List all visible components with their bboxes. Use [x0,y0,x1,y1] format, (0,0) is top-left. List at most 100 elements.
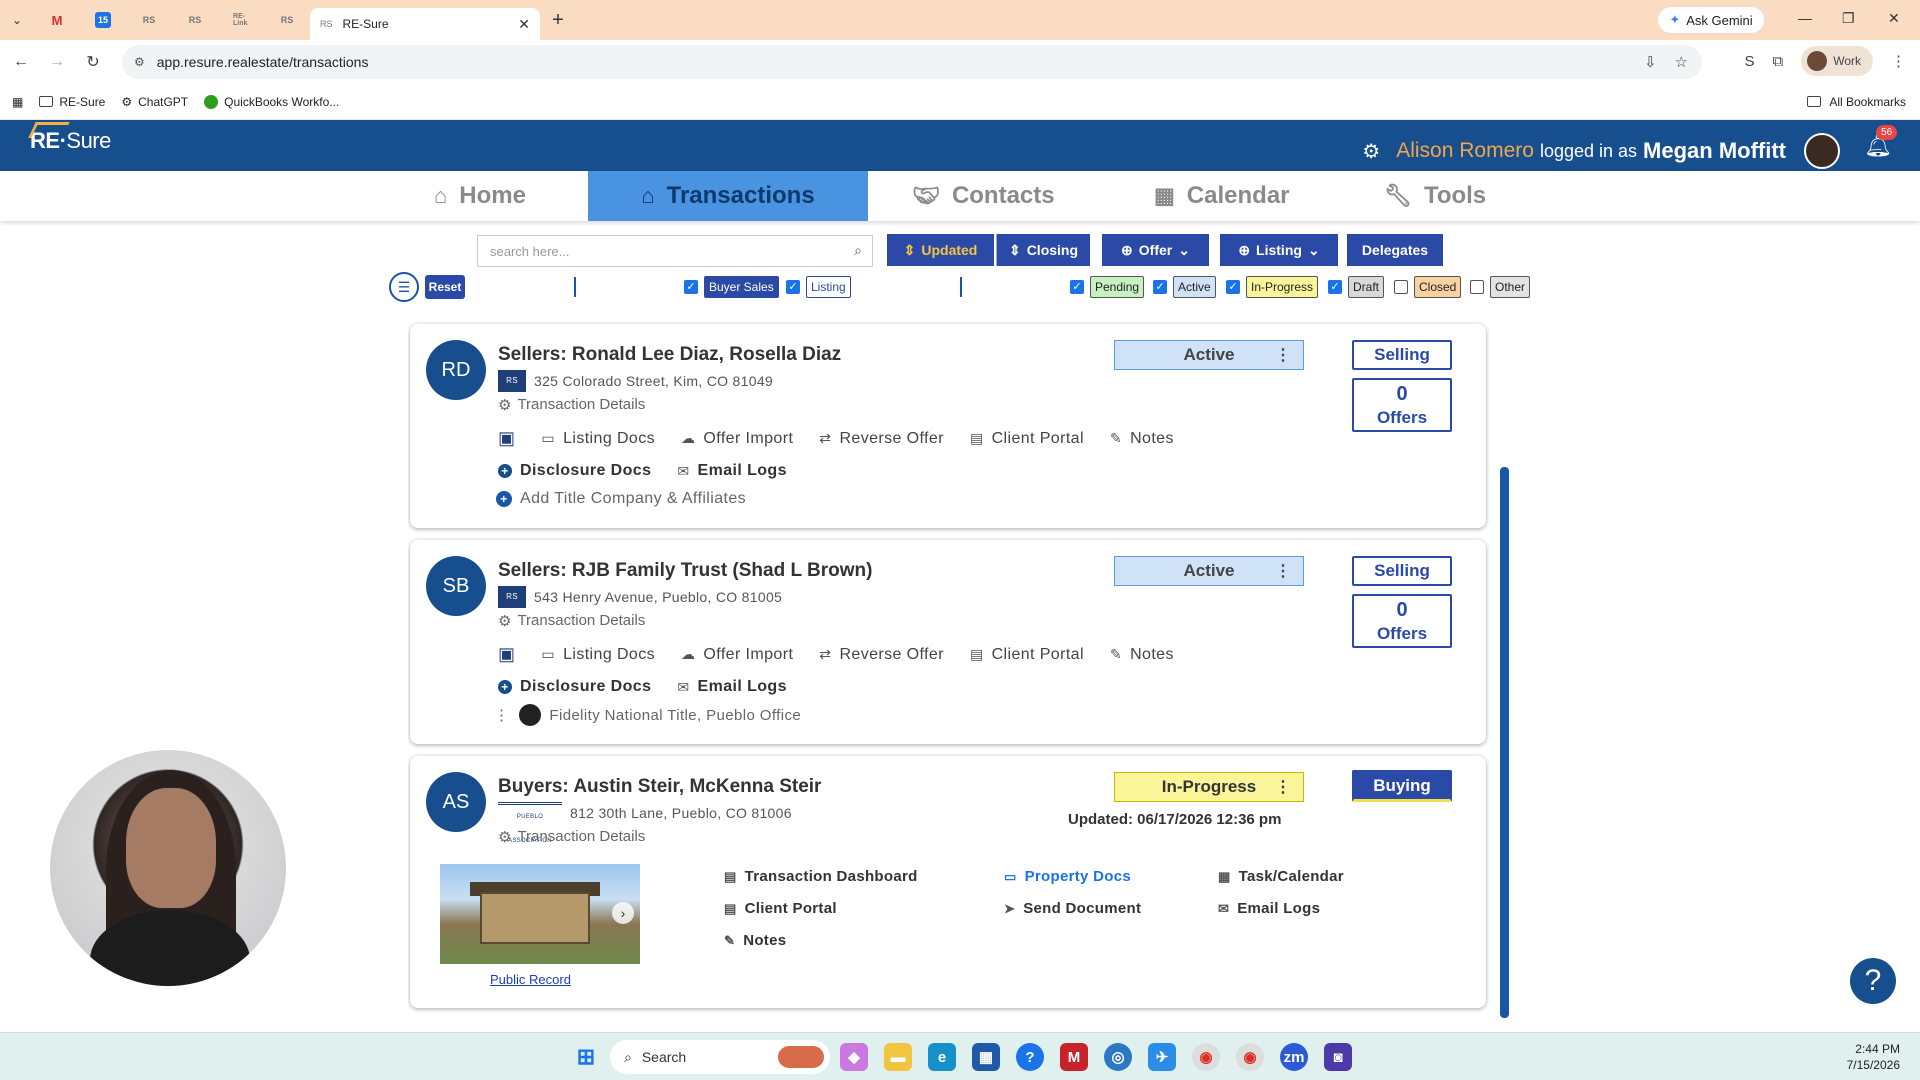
other-filter[interactable]: Other [1490,276,1531,298]
add-photo-icon[interactable]: ▣ [498,428,515,449]
in-progress-checkbox[interactable]: ✓ [1226,280,1240,294]
apps-grid-icon[interactable]: ▦ [12,95,23,109]
reset-button[interactable]: Reset [425,275,465,299]
sort-updated-button[interactable]: ⇕ Updated [887,234,994,266]
profile-button[interactable]: Work [1801,46,1873,76]
client-initials-avatar[interactable]: AS [426,772,486,832]
app-icon[interactable]: ◎ [1104,1043,1132,1071]
delegates-button[interactable]: Delegates [1347,234,1443,266]
email-logs-link[interactable]: ✉ Email Logs [1218,900,1320,917]
browser-tab-resure[interactable]: RS [264,0,310,40]
more-options-icon[interactable]: ⋮ [1275,345,1291,365]
more-options-icon[interactable]: ⋮ [1275,561,1291,581]
listing-docs-link[interactable]: ▭ Listing Docs [541,430,655,448]
tab-transactions[interactable]: ⌂ Transactions [588,171,868,221]
buyer-sales-filter[interactable]: Buyer Sales [704,276,779,298]
client-portal-link[interactable]: ▤ Client Portal [970,646,1084,664]
title-company-name[interactable]: Fidelity National Title, Pueblo Office [549,707,801,724]
list-scrollbar[interactable] [1500,312,1509,1018]
offer-import-link[interactable]: ☁ Offer Import [681,646,793,664]
status-dropdown[interactable]: Active ⋮ [1114,340,1304,370]
more-options-icon[interactable]: ⋮ [494,706,509,724]
offer-dropdown-button[interactable]: ⊕ Offer ⌄ [1102,234,1209,266]
transaction-details-link[interactable]: ⚙ Transaction Details [498,612,645,630]
bookmark-quickbooks[interactable]: QuickBooks Workfo... [204,94,339,109]
transaction-dashboard-link[interactable]: ▤ Transaction Dashboard [724,868,918,885]
transaction-title[interactable]: Sellers: RJB Family Trust (Shad L Brown) [498,560,872,582]
help-app-icon[interactable]: ? [1016,1043,1044,1071]
recorder-icon[interactable]: ◙ [1324,1043,1352,1071]
browser-tab-active[interactable]: RS RE-Sure ✕ [310,8,540,40]
buyer-sales-checkbox[interactable]: ✓ [684,280,698,294]
taskbar-search[interactable]: ⌕ Search [610,1040,830,1074]
store-icon[interactable]: ▦ [972,1043,1000,1071]
filter-settings-icon[interactable]: ☰ [389,272,419,302]
system-clock[interactable]: 2:44 PM 7/15/2026 [1847,1041,1900,1073]
pending-checkbox[interactable]: ✓ [1070,280,1084,294]
restore-icon[interactable]: ❐ [1842,10,1855,27]
back-icon[interactable]: ← [6,53,36,71]
listing-filter[interactable]: Listing [806,276,851,298]
listing-docs-link[interactable]: ▭ Listing Docs [541,646,655,664]
tab-tools[interactable]: 🔧︎ Tools [1384,171,1524,221]
client-initials-avatar[interactable]: SB [426,556,486,616]
transaction-title[interactable]: Sellers: Ronald Lee Diaz, Rosella Diaz [498,344,841,366]
closed-checkbox[interactable] [1394,280,1408,294]
status-dropdown[interactable]: Active ⋮ [1114,556,1304,586]
in-progress-filter[interactable]: In-Progress [1246,276,1319,298]
resure-logo[interactable]: RE·Sure [28,122,111,154]
reverse-offer-link[interactable]: ⇄ Reverse Offer [819,646,944,664]
closed-filter[interactable]: Closed [1414,276,1462,298]
task-calendar-link[interactable]: ▦ Task/Calendar [1218,868,1344,885]
ask-gemini-button[interactable]: ✦ Ask Gemini [1658,7,1764,33]
email-logs-link[interactable]: ✉ Email Logs [677,462,787,480]
tab-contacts[interactable]: 🤝︎ Contacts [912,171,1092,221]
bookmark-chatgpt[interactable]: ⚙ ChatGPT [121,95,188,109]
add-title-company-link[interactable]: + Add Title Company & Affiliates [496,490,746,508]
disclosure-docs-link[interactable]: + Disclosure Docs [498,462,651,480]
pending-filter[interactable]: Pending [1090,276,1145,298]
new-tab-button[interactable]: + [540,9,576,32]
zoom-icon[interactable]: zm [1280,1043,1308,1071]
notifications-bell-icon[interactable]: 🔔︎ 56 [1864,125,1898,159]
property-photo[interactable]: › [440,864,640,964]
all-bookmarks[interactable]: All Bookmarks [1807,95,1906,109]
public-record-link[interactable]: Public Record [490,972,571,987]
reverse-offer-link[interactable]: ⇄ Reverse Offer [819,430,944,448]
send-document-link[interactable]: ➤ Send Document [1004,900,1141,917]
client-initials-avatar[interactable]: RD [426,340,486,400]
copilot-icon[interactable]: ◆ [840,1043,868,1071]
browser-tab-calendar[interactable]: 15 [80,0,126,40]
sync-extension-icon[interactable]: S [1744,53,1754,70]
notes-link[interactable]: ✎ Notes [1110,430,1174,448]
transaction-title[interactable]: Buyers: Austin Steir, McKenna Steir [498,776,821,798]
active-checkbox[interactable]: ✓ [1153,280,1167,294]
browser-tab-gmail[interactable]: M [34,0,80,40]
windows-start-icon[interactable]: ⊞ [572,1043,600,1071]
listing-checkbox[interactable]: ✓ [786,280,800,294]
notes-link[interactable]: ✎ Notes [1110,646,1174,664]
url-field[interactable]: ⚙ app.resure.realestate/transactions ⇩ ☆ [122,45,1702,79]
notes-link[interactable]: ✎ Notes [724,932,786,949]
file-explorer-icon[interactable]: ▬ [884,1043,912,1071]
close-window-icon[interactable]: ✕ [1888,10,1900,27]
property-docs-link[interactable]: ▭ Property Docs [1004,868,1131,885]
client-portal-link[interactable]: ▤ Client Portal [724,900,837,917]
add-photo-icon[interactable]: ▣ [498,644,515,665]
disclosure-docs-link[interactable]: + Disclosure Docs [498,678,651,696]
webcam-overlay[interactable] [50,750,286,986]
draft-checkbox[interactable]: ✓ [1328,280,1342,294]
chevron-right-icon[interactable]: › [612,902,634,924]
email-logs-link[interactable]: ✉ Email Logs [677,678,787,696]
client-portal-link[interactable]: ▤ Client Portal [970,430,1084,448]
active-filter[interactable]: Active [1173,276,1216,298]
status-dropdown[interactable]: In-Progress ⋮ [1114,772,1304,802]
pre-app-icon[interactable]: ✈ [1148,1043,1176,1071]
search-input[interactable]: search here... ⌕ [477,235,873,267]
offers-count-button[interactable]: 0 Offers [1352,594,1452,648]
site-info-icon[interactable]: ⚙ [134,55,145,69]
more-options-icon[interactable]: ⋮ [1275,777,1291,797]
forward-icon[interactable]: → [42,53,72,71]
chrome-work-icon[interactable]: ◉ [1236,1043,1264,1071]
bookmark-resure[interactable]: RE-Sure [39,95,105,109]
